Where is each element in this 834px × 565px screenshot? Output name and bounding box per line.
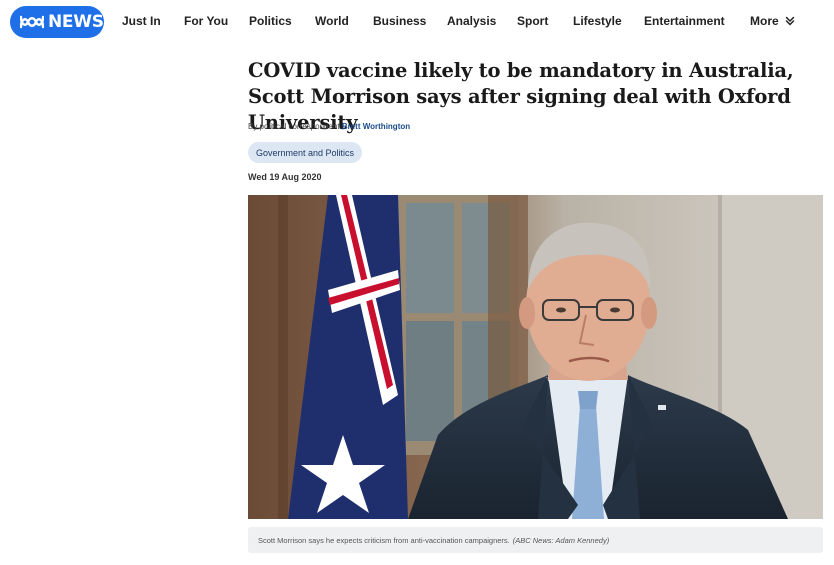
nav-item-just-in[interactable]: Just In <box>122 14 161 28</box>
nav-item-analysis[interactable]: Analysis <box>447 14 496 28</box>
caption-text: Scott Morrison says he expects criticism… <box>258 535 510 545</box>
nav-more-label: More <box>750 14 779 28</box>
nav-item-for-you[interactable]: For You <box>184 14 228 28</box>
topic-tag[interactable]: Government and Politics <box>248 142 363 163</box>
nav-item-business[interactable]: Business <box>373 14 426 28</box>
image-caption: Scott Morrison says he expects criticism… <box>248 527 823 553</box>
logo-text: NEWS <box>48 12 104 32</box>
nav-more-button[interactable]: More <box>750 14 795 28</box>
nav-item-world[interactable]: World <box>315 14 349 28</box>
nav-item-sport[interactable]: Sport <box>517 14 548 28</box>
abc-news-logo[interactable]: NEWS <box>10 6 104 38</box>
caption-credit: (ABC News: Adam Kennedy) <box>512 535 610 545</box>
author-link[interactable]: Brett Worthington <box>342 122 410 131</box>
abc-logo-icon <box>20 15 44 29</box>
byline-prefix: By political correspondent <box>248 122 340 131</box>
chevron-double-down-icon <box>785 16 794 26</box>
nav-item-politics[interactable]: Politics <box>249 14 292 28</box>
nav-item-lifestyle[interactable]: Lifestyle <box>573 14 622 28</box>
publish-date: Wed 19 Aug 2020 <box>248 172 322 182</box>
nav-item-entertainment[interactable]: Entertainment <box>644 14 725 28</box>
article-byline: By political correspondent Brett Worthin… <box>248 122 410 131</box>
article-hero-image <box>248 195 823 519</box>
top-navigation: NEWS Just In For You Politics World Busi… <box>0 0 834 44</box>
